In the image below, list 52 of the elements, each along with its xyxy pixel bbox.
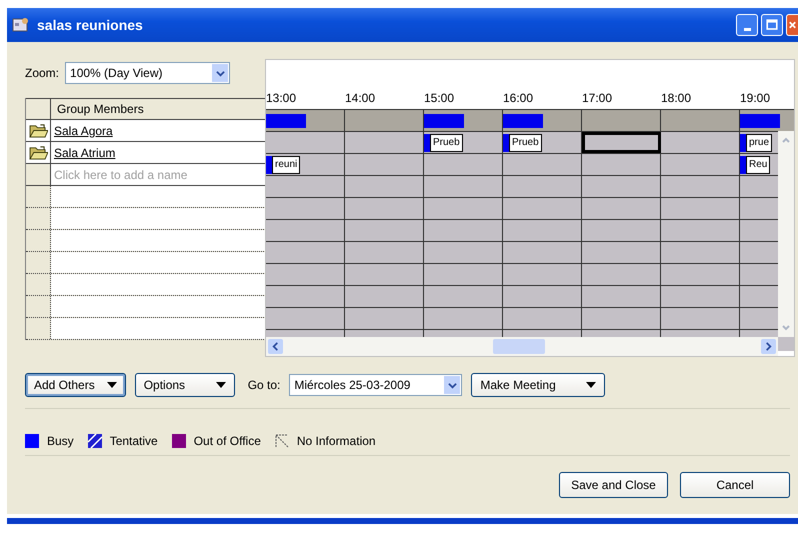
empty-name-cell[interactable] — [51, 274, 266, 295]
maximize-icon — [764, 17, 780, 33]
busy-bar — [266, 114, 306, 128]
footer-button[interactable]: Cancel — [680, 472, 790, 498]
folder-icon — [28, 145, 48, 160]
dropdown-button[interactable]: Add Others — [25, 373, 126, 397]
empty-name-cell[interactable] — [51, 230, 266, 251]
caret-icon — [106, 382, 117, 388]
empty-name-cell[interactable] — [51, 208, 266, 229]
zoom-label: Zoom: — [25, 66, 60, 80]
folder-icon — [28, 123, 48, 138]
empty-name-cell[interactable] — [51, 252, 266, 273]
footer-button[interactable]: Save and Close — [559, 472, 668, 498]
legend-label: Busy — [47, 434, 74, 448]
hour-label: 15:00 — [424, 91, 454, 105]
goto-label: Go to: — [248, 378, 280, 392]
scroll-thumb[interactable] — [493, 339, 545, 354]
empty-name-cell[interactable] — [51, 296, 266, 317]
zoom-dropdown[interactable]: 100% (Day View) — [65, 62, 230, 84]
hour-label: 17:00 — [582, 91, 612, 105]
minimize-button[interactable] — [736, 14, 758, 36]
legend-label: Tentative — [110, 434, 158, 448]
close-button[interactable] — [786, 14, 798, 36]
member-name[interactable]: Sala Atrium — [54, 146, 116, 160]
scroll-left-button[interactable] — [268, 339, 283, 354]
horizontal-scrollbar[interactable] — [266, 337, 778, 356]
dropdown-button[interactable]: Options — [134, 373, 235, 397]
caret-icon — [586, 382, 596, 388]
empty-name-cell[interactable] — [51, 186, 266, 207]
empty-name-cell[interactable] — [51, 318, 266, 339]
scroll-right-button[interactable] — [761, 339, 776, 354]
hour-label: 13:00 — [266, 91, 296, 105]
time-slot[interactable] — [582, 132, 661, 153]
vertical-scrollbar[interactable] — [778, 131, 794, 337]
hour-label: 14:00 — [345, 91, 376, 105]
hour-label: 16:00 — [503, 91, 534, 105]
hour-label: 19:00 — [740, 91, 770, 105]
date-dropdown[interactable]: Miércoles 25-03-2009 — [289, 374, 462, 396]
busy-bar — [740, 114, 780, 128]
caret-icon — [216, 382, 226, 388]
legend-label: No Information — [296, 434, 376, 448]
busy-bar — [503, 114, 543, 128]
maximize-button[interactable] — [761, 14, 783, 36]
busy-bar — [424, 114, 464, 128]
legend-label: Out of Office — [194, 434, 261, 448]
scroll-up-icon — [781, 135, 791, 145]
window-title: salas reuniones — [37, 17, 144, 33]
scroll-down-icon — [781, 323, 791, 333]
minimize-icon — [744, 28, 750, 30]
hour-label: 18:00 — [661, 91, 692, 105]
member-name[interactable]: Sala Agora — [54, 124, 113, 138]
make-meeting-button[interactable]: Make Meeting — [471, 373, 606, 397]
